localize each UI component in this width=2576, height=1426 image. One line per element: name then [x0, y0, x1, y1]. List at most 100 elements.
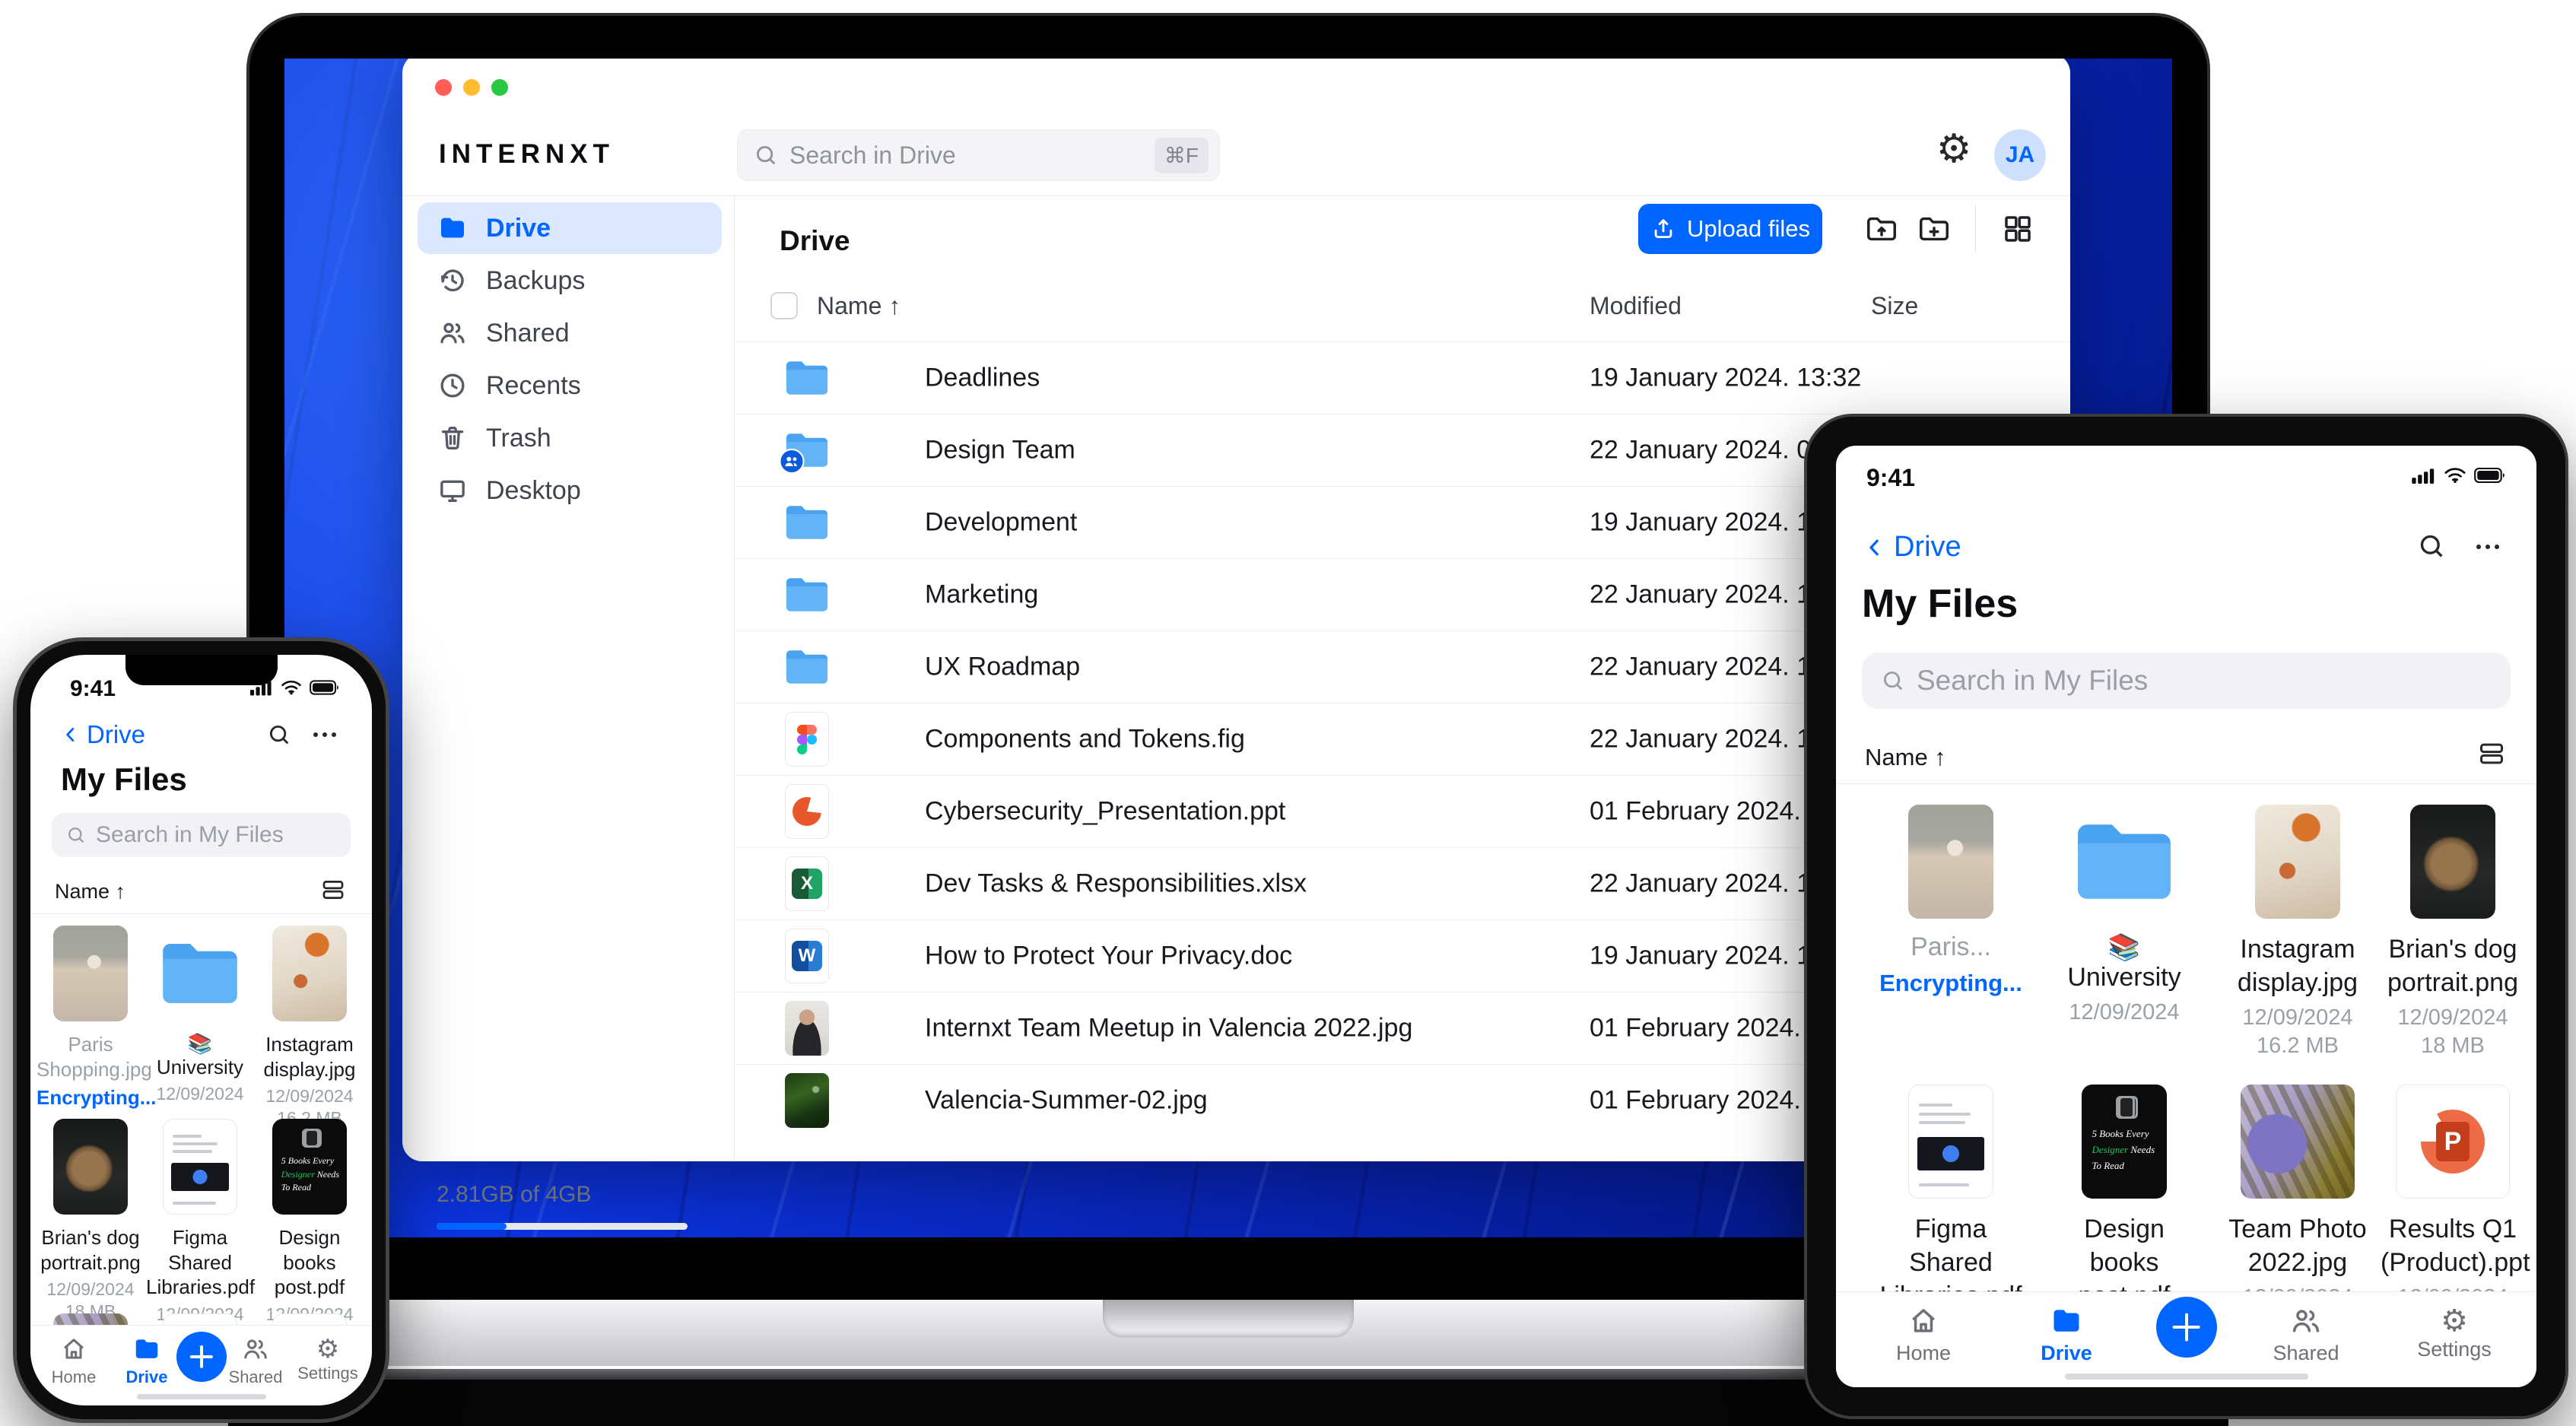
sidebar-item-shared[interactable]: Shared — [418, 307, 722, 359]
more-options-icon[interactable] — [2473, 541, 2503, 556]
back-to-drive-button[interactable]: Drive — [61, 720, 145, 749]
column-header-size[interactable]: Size — [1871, 292, 1918, 320]
storage-progress-fill — [437, 1223, 507, 1230]
search-my-files-input[interactable]: Search in My Files — [1862, 653, 2511, 709]
file-grid-item[interactable]: Paris... Encrypting... — [1879, 805, 2023, 997]
file-grid-item[interactable]: Instagram display.jpg 12/09/2024 16.2 MB — [256, 926, 364, 1129]
nav-home[interactable]: Home — [1882, 1304, 1965, 1365]
nav-settings[interactable]: ⚙ Settings — [2409, 1304, 2500, 1361]
folder-icon — [2052, 805, 2196, 919]
avatar[interactable]: JA — [1994, 129, 2046, 181]
file-grid-item[interactable]: Brian's dog portrait.png 12/09/2024 18 M… — [2381, 805, 2525, 1059]
search-shortcut-badge: ⌘F — [1154, 137, 1209, 173]
people-icon — [244, 1339, 267, 1359]
sidebar-item-label: Shared — [486, 318, 570, 348]
search-icon[interactable] — [266, 722, 292, 751]
people-icon — [437, 318, 468, 348]
status-icons — [250, 679, 340, 696]
photo-thumbnail — [272, 926, 347, 1021]
home-indicator[interactable] — [136, 1394, 266, 1399]
word-file-icon: W — [780, 929, 834, 983]
minimize-window-button[interactable] — [463, 79, 480, 96]
settings-gear-icon[interactable]: ⚙ — [1933, 126, 1975, 172]
page-title: Drive — [780, 225, 850, 256]
close-window-button[interactable] — [435, 79, 452, 96]
search-icon — [756, 145, 776, 165]
drive-search-placeholder: Search in Drive — [789, 141, 956, 169]
folder-icon — [2053, 1310, 2079, 1332]
file-grid-item[interactable]: 5 Books Every Designer Needs To Read Des… — [256, 1119, 364, 1347]
photo-thumbnail — [780, 1073, 834, 1128]
home-indicator[interactable] — [2064, 1374, 2308, 1380]
photo-thumbnail — [1908, 805, 1993, 919]
pdf-cover-thumbnail: 5 Books Every Designer Needs To Read — [2082, 1085, 2167, 1199]
folder-icon — [146, 926, 254, 1021]
table-header: Name ↑ Modified Size — [735, 269, 2070, 341]
desktop-icon — [437, 475, 468, 506]
battery-icon — [2474, 467, 2505, 484]
search-icon[interactable] — [2416, 531, 2447, 565]
file-grid-item[interactable]: Instagram display.jpg 12/09/2024 16.2 MB — [2225, 805, 2370, 1059]
page-title: My Files — [61, 761, 187, 797]
nav-drive[interactable]: Drive — [2025, 1304, 2108, 1365]
sidebar-item-trash[interactable]: Trash — [418, 412, 722, 464]
drive-search-input[interactable]: Search in Drive ⌘F — [737, 129, 1220, 181]
zoom-window-button[interactable] — [491, 79, 508, 96]
more-options-icon[interactable] — [311, 729, 338, 744]
nav-shared[interactable]: Shared — [221, 1335, 290, 1387]
list-view-toggle-icon[interactable] — [2477, 739, 2506, 772]
sidebar-item-recents[interactable]: Recents — [418, 360, 722, 411]
bottom-nav-bar: Home Drive Shared ⚙ Settings — [30, 1325, 372, 1405]
marketing-composite: INTERNXT Search in Drive ⌘F ⚙ JA Drive B… — [0, 0, 2576, 1426]
ipad: 9:41 Drive My Files Search in My Files N… — [1804, 414, 2568, 1419]
chevron-left-icon — [66, 728, 75, 742]
sidebar-item-drive[interactable]: Drive — [418, 202, 722, 254]
file-grid-item[interactable]: Figma Shared Libraries.pdf 12/09/2024 87… — [146, 1119, 255, 1347]
sort-by-name[interactable]: Name ↑ — [1865, 744, 1946, 771]
nav-settings[interactable]: ⚙ Settings — [291, 1335, 364, 1383]
storage-usage-text: 2.81GB of 4GB — [437, 1182, 592, 1207]
photo-thumbnail — [780, 1001, 834, 1056]
file-grid-item[interactable]: Paris Shopping.jpg Encrypting... — [37, 926, 156, 1110]
add-file-button[interactable] — [2155, 1297, 2217, 1358]
powerpoint-file-icon: P — [2396, 1085, 2510, 1199]
back-to-drive-button[interactable]: Drive — [1863, 531, 1961, 564]
list-view-toggle-icon[interactable] — [320, 877, 346, 907]
nav-shared[interactable]: Shared — [2264, 1304, 2348, 1365]
upload-files-button[interactable]: Upload files — [1638, 204, 1822, 254]
upload-folder-icon[interactable] — [1860, 206, 1903, 252]
column-header-modified[interactable]: Modified — [1590, 292, 1682, 320]
nav-home[interactable]: Home — [40, 1335, 108, 1387]
status-time: 9:41 — [70, 676, 116, 701]
status-icons — [2412, 467, 2506, 484]
sidebar-item-backups[interactable]: Backups — [418, 255, 722, 306]
select-all-checkbox[interactable] — [770, 292, 798, 319]
sort-by-name[interactable]: Name ↑ — [55, 880, 125, 904]
list-separator — [1836, 783, 2536, 784]
figma-file-icon — [780, 712, 834, 767]
powerpoint-file-icon — [780, 784, 834, 839]
clock-icon — [437, 370, 468, 401]
ipad-screen: 9:41 Drive My Files Search in My Files N… — [1836, 446, 2536, 1387]
photo-thumbnail — [2255, 805, 2340, 919]
sidebar-item-desktop[interactable]: Desktop — [418, 465, 722, 516]
nav-drive[interactable]: Drive — [113, 1335, 181, 1387]
file-grid-item[interactable]: Brian's dog portrait.png 12/09/2024 18 M… — [37, 1119, 145, 1322]
wifi-icon — [281, 680, 301, 695]
shared-folder-icon — [779, 433, 834, 475]
folder-grid-item[interactable]: 📚 University 12/09/2024 — [146, 926, 254, 1104]
table-row[interactable]: Deadlines 19 January 2024. 13:32 — [735, 341, 2070, 414]
folder-grid-item[interactable]: 📚 University 12/09/2024 — [2052, 805, 2196, 1025]
add-file-button[interactable] — [176, 1332, 227, 1382]
home-icon — [1912, 1309, 1935, 1332]
photo-thumbnail — [53, 926, 128, 1021]
cellular-signal-icon — [2412, 468, 2435, 484]
column-header-name[interactable]: Name ↑ — [817, 292, 900, 320]
new-folder-icon[interactable] — [1913, 206, 1955, 252]
folder-icon — [135, 1339, 158, 1358]
sidebar-item-label: Trash — [486, 423, 551, 453]
grid-view-icon[interactable] — [1996, 206, 2039, 252]
folder-icon — [780, 505, 834, 541]
search-icon — [68, 827, 84, 843]
search-my-files-input[interactable]: Search in My Files — [52, 813, 351, 857]
